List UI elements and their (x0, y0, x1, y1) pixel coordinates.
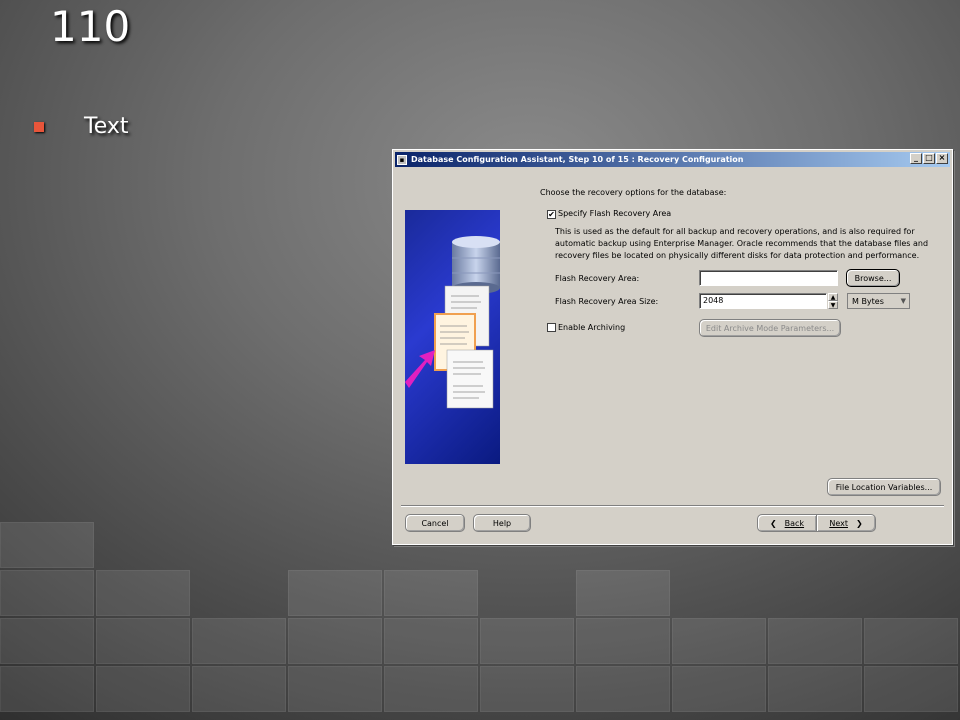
back-button[interactable]: ❮ Back (757, 514, 817, 532)
enable-archiving-checkbox[interactable] (547, 323, 556, 332)
bg-tile (480, 618, 574, 664)
window-controls: _ □ × (910, 153, 948, 164)
back-label: Back (784, 518, 805, 528)
bg-tile (576, 666, 670, 712)
back-arrow-icon: ❮ (769, 518, 777, 528)
bg-tile (96, 570, 190, 616)
spin-up-icon[interactable]: ▲ (828, 293, 838, 301)
specify-flash-checkbox[interactable]: ✔ (547, 210, 556, 219)
bg-tile (576, 618, 670, 664)
size-unit-value: M Bytes (852, 297, 884, 306)
slide-title: 110 (50, 2, 131, 51)
description-line-1: This is used as the default for all back… (555, 227, 915, 236)
bg-tile (672, 666, 766, 712)
flash-size-spinner[interactable]: ▲ ▼ (828, 293, 838, 309)
flash-size-input[interactable]: 2048 (699, 293, 827, 309)
bg-tile (768, 618, 862, 664)
separator (401, 505, 944, 507)
maximize-button[interactable]: □ (923, 153, 935, 164)
spin-down-icon[interactable]: ▼ (828, 301, 838, 309)
bg-tile (288, 570, 382, 616)
bg-tile (0, 570, 94, 616)
edit-archive-button[interactable]: Edit Archive Mode Parameters... (699, 319, 841, 337)
bg-tile (672, 618, 766, 664)
bg-tile (192, 666, 286, 712)
bg-tile (288, 666, 382, 712)
next-button[interactable]: Next ❯ (816, 514, 876, 532)
minimize-button[interactable]: _ (910, 153, 922, 164)
database-documents-icon (405, 236, 500, 409)
specify-flash-label: Specify Flash Recovery Area (558, 209, 672, 218)
bullet-item: Text (34, 114, 129, 139)
close-button[interactable]: × (936, 153, 948, 164)
app-icon: ▪ (397, 154, 407, 165)
bullet-square-icon (34, 121, 44, 132)
bg-tile (384, 570, 478, 616)
flash-area-input[interactable] (699, 270, 838, 286)
bg-tile (576, 570, 670, 616)
bg-tile (0, 522, 94, 568)
bg-tile (384, 618, 478, 664)
title-bar[interactable]: ▪ Database Configuration Assistant, Step… (395, 152, 950, 167)
bg-tile (864, 666, 958, 712)
recovery-illustration (405, 210, 500, 464)
bullet-text: Text (84, 114, 129, 139)
bg-tile (384, 666, 478, 712)
bg-tile (192, 618, 286, 664)
bg-tile (768, 666, 862, 712)
next-arrow-icon: ❯ (855, 518, 863, 528)
bg-tile (0, 618, 94, 664)
help-button[interactable]: Help (473, 514, 531, 532)
size-unit-select[interactable]: M Bytes ▼ (847, 293, 910, 309)
description-line-3: recovery files be located on physically … (555, 251, 920, 260)
bg-tile (0, 666, 94, 712)
dbca-dialog: ▪ Database Configuration Assistant, Step… (392, 149, 953, 545)
chevron-down-icon: ▼ (900, 297, 906, 305)
bg-tile (96, 666, 190, 712)
browse-button[interactable]: Browse... (846, 269, 900, 287)
flash-area-label: Flash Recovery Area: (555, 274, 640, 283)
flash-size-label: Flash Recovery Area Size: (555, 297, 659, 306)
bg-tile (288, 618, 382, 664)
file-location-variables-button[interactable]: File Location Variables... (827, 478, 941, 496)
description-line-2: automatic backup using Enterprise Manage… (555, 239, 929, 248)
enable-archiving-label: Enable Archiving (558, 323, 626, 332)
next-label: Next (829, 518, 848, 528)
bg-tile (96, 618, 190, 664)
bg-tile (480, 666, 574, 712)
cancel-button[interactable]: Cancel (405, 514, 465, 532)
intro-text: Choose the recovery options for the data… (540, 188, 727, 197)
window-title: Database Configuration Assistant, Step 1… (411, 155, 744, 164)
bg-tile (864, 618, 958, 664)
